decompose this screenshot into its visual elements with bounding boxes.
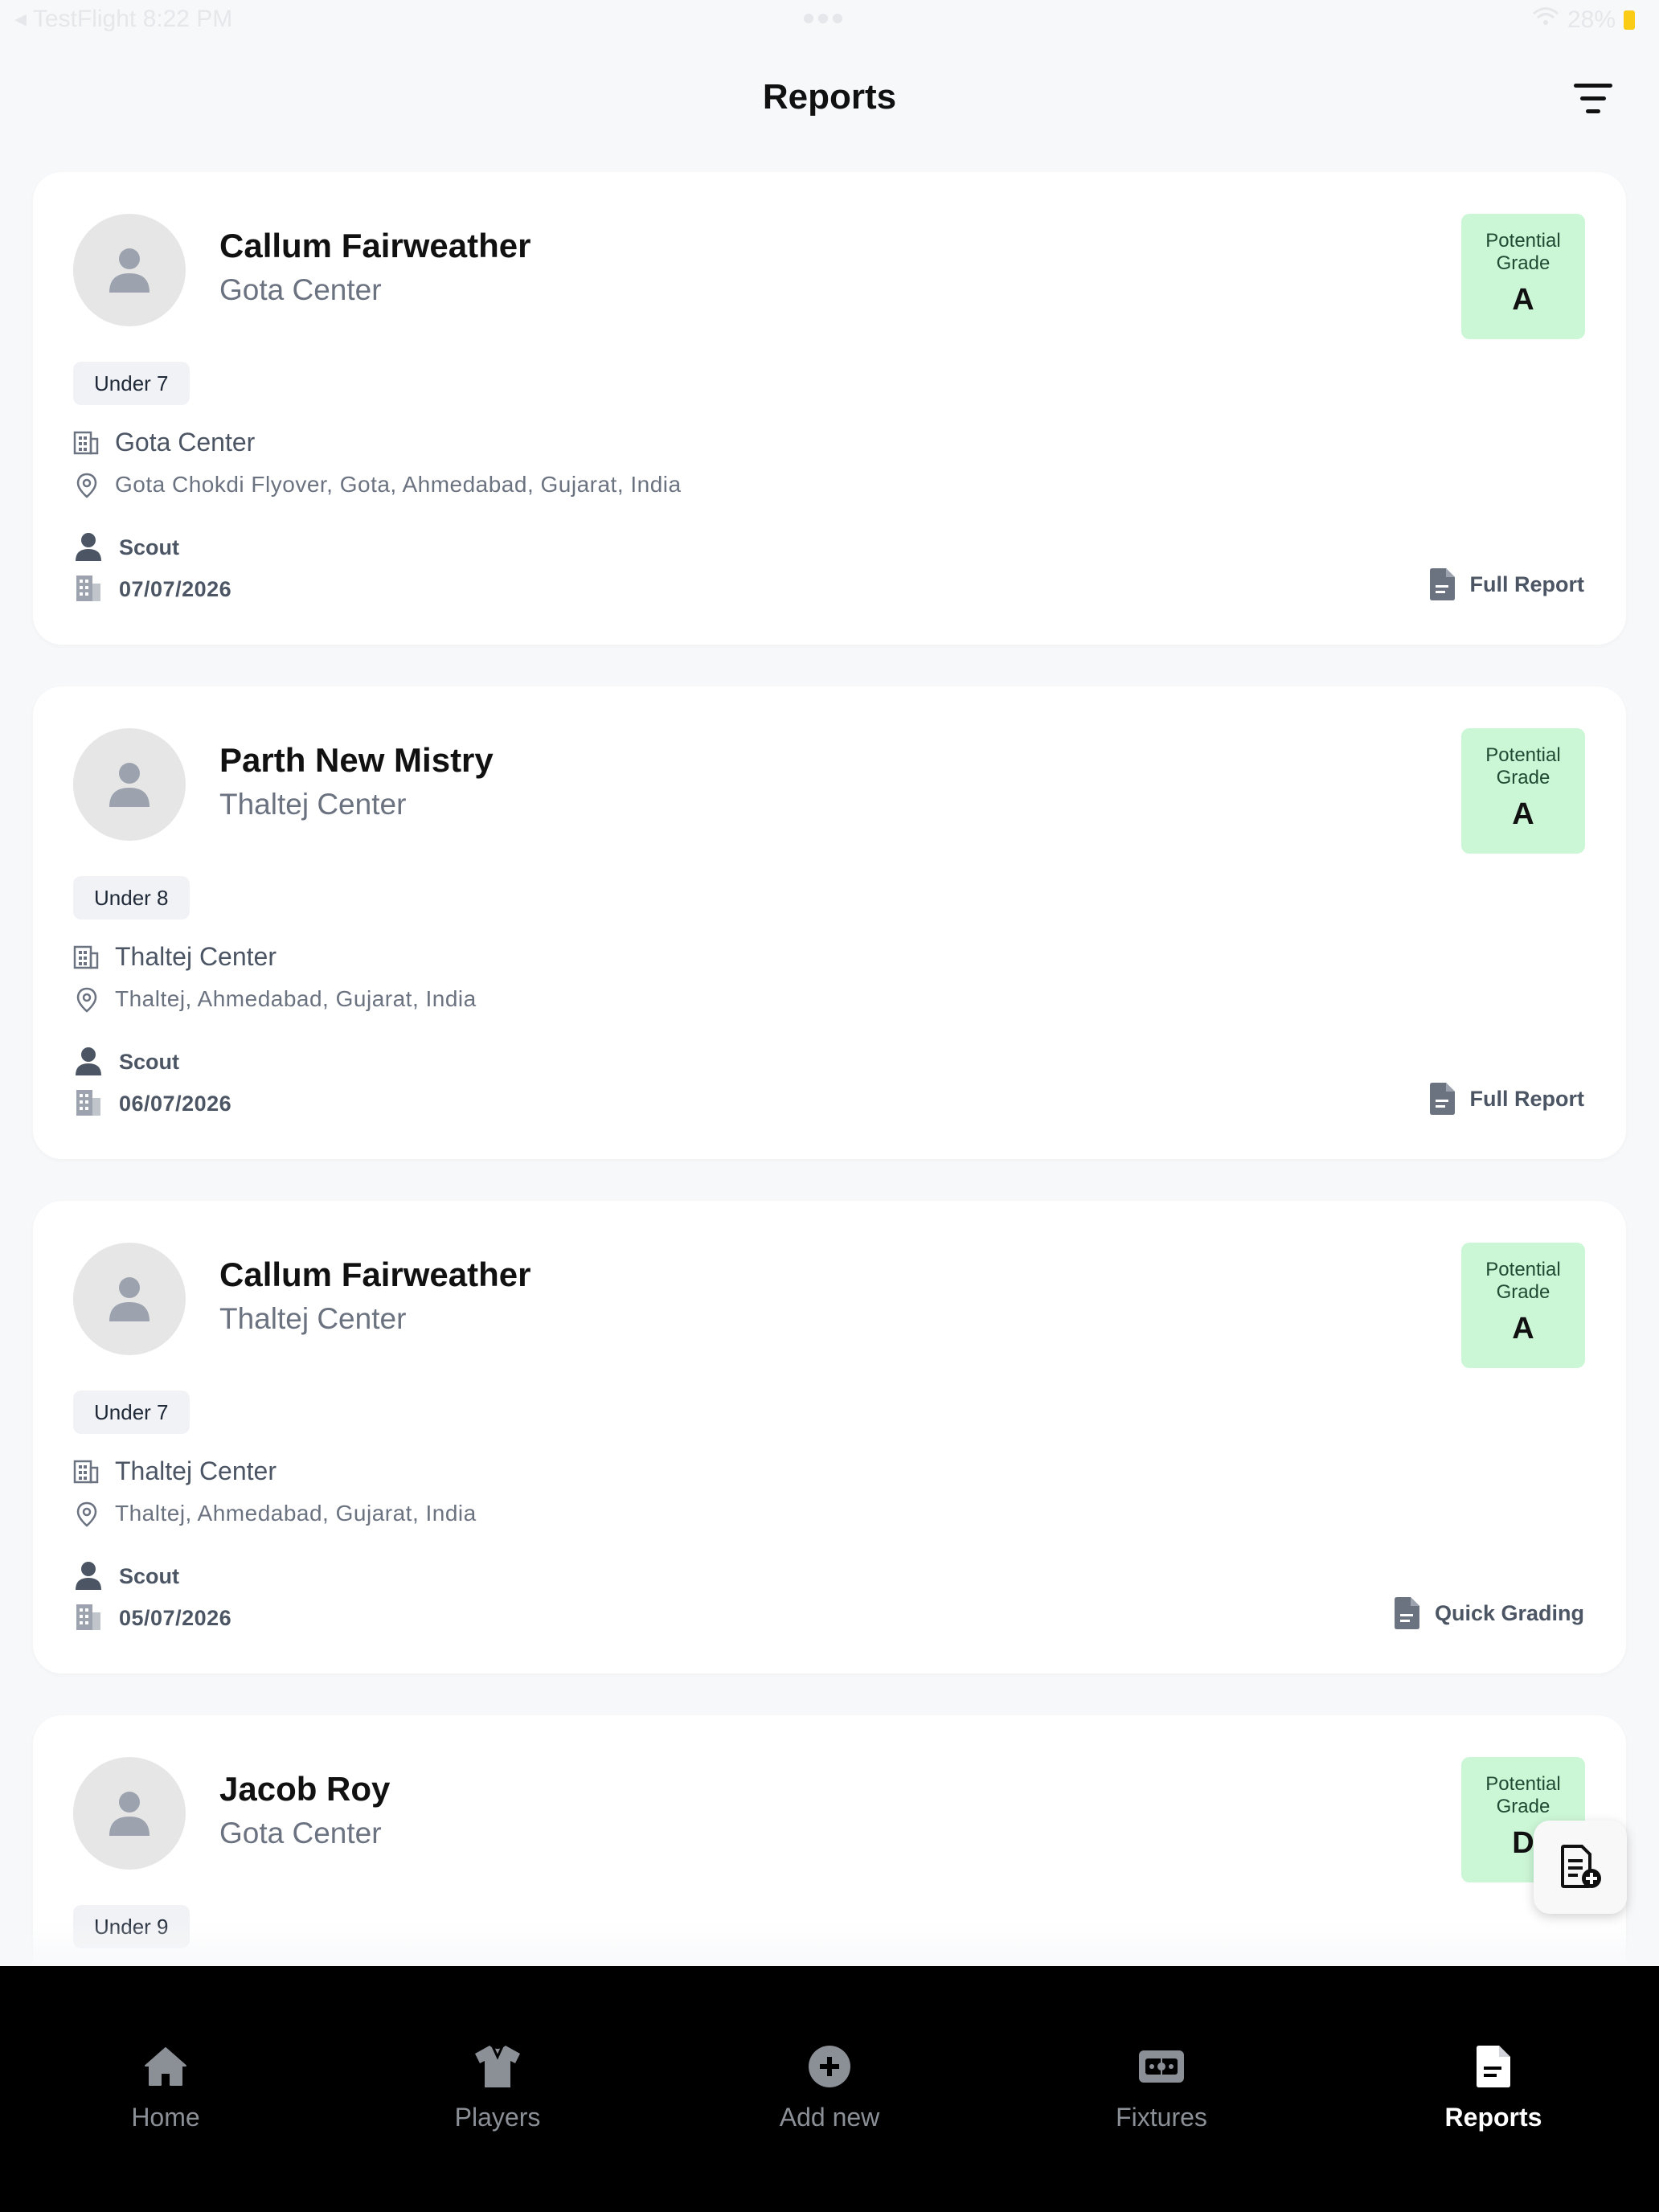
- plus-circle-icon: [809, 2046, 850, 2087]
- grade-value: A: [1512, 1312, 1534, 1346]
- person-placeholder-icon: [109, 1277, 150, 1321]
- tab-reports[interactable]: Reports: [1373, 2038, 1614, 2132]
- report-type-link[interactable]: Full Report: [1428, 566, 1585, 603]
- location-pin-icon: [76, 473, 97, 498]
- document-icon: [1394, 1597, 1419, 1629]
- document-icon: [1429, 568, 1455, 600]
- grade-label: Potential Grade: [1485, 230, 1561, 274]
- document-icon: [1429, 1083, 1455, 1115]
- building-date-icon: [76, 1090, 100, 1116]
- location-pin-icon: [76, 987, 97, 1013]
- grade-value: A: [1512, 283, 1534, 317]
- person-icon: [76, 1562, 101, 1590]
- report-date: 07/07/2026: [119, 577, 232, 601]
- stadium-icon: [1139, 2050, 1184, 2083]
- person-placeholder-icon: [109, 248, 150, 293]
- tab-players[interactable]: Players: [377, 2038, 618, 2132]
- add-document-icon: [1561, 1845, 1601, 1888]
- venue-name: Thaltej Center: [115, 942, 276, 971]
- report-type-label: Full Report: [1469, 571, 1585, 596]
- reports-list[interactable]: Callum Fairweather Gota Center Potential…: [0, 0, 1659, 1966]
- building-icon: [73, 945, 99, 969]
- tab-fixtures[interactable]: Fixtures: [1041, 2038, 1282, 2132]
- player-name: Callum Fairweather: [219, 1256, 531, 1293]
- tab-label: Reports: [1444, 2103, 1542, 2132]
- building-date-icon: [76, 1604, 100, 1630]
- person-placeholder-icon: [109, 1792, 150, 1836]
- venue-address: Thaltej, Ahmedabad, Gujarat, India: [115, 1501, 477, 1526]
- potential-grade-badge: Potential Grade A: [1461, 1243, 1585, 1368]
- building-icon: [73, 431, 99, 455]
- player-center: Thaltej Center: [219, 788, 407, 821]
- person-placeholder-icon: [109, 763, 150, 807]
- person-icon: [76, 533, 101, 561]
- grade-value: A: [1512, 797, 1534, 831]
- reporter-role: Scout: [119, 1050, 180, 1074]
- report-card[interactable]: Parth New Mistry Thaltej Center Potentia…: [33, 686, 1626, 1159]
- list-fade: [0, 1921, 1659, 1966]
- venue-name: Gota Center: [115, 428, 256, 457]
- venue-address: Gota Chokdi Flyover, Gota, Ahmedabad, Gu…: [115, 472, 682, 497]
- person-icon: [76, 1047, 101, 1075]
- report-type-link[interactable]: Quick Grading: [1393, 1595, 1584, 1632]
- avatar: [73, 1243, 186, 1355]
- player-center: Thaltej Center: [219, 1302, 407, 1335]
- reporter-role: Scout: [119, 1564, 180, 1588]
- grade-label: Potential Grade: [1485, 1773, 1561, 1817]
- age-group-badge: Under 7: [73, 362, 190, 405]
- report-type-label: Quick Grading: [1434, 1600, 1584, 1625]
- bottom-tab-bar: Home Players Add new Fixtures Reports: [0, 1966, 1659, 2212]
- building-icon: [73, 1460, 99, 1484]
- age-group-badge: Under 8: [73, 876, 190, 920]
- grade-label: Potential Grade: [1485, 1259, 1561, 1303]
- player-name: Parth New Mistry: [219, 741, 494, 779]
- report-date: 05/07/2026: [119, 1606, 232, 1630]
- building-date-icon: [76, 576, 100, 601]
- player-center: Gota Center: [219, 1817, 382, 1849]
- tab-add-new[interactable]: Add new: [709, 2038, 950, 2132]
- venue-name: Thaltej Center: [115, 1456, 276, 1485]
- tab-label: Add new: [779, 2103, 880, 2132]
- location-pin-icon: [76, 1501, 97, 1527]
- report-card[interactable]: Callum Fairweather Gota Center Potential…: [33, 172, 1626, 645]
- potential-grade-badge: Potential Grade A: [1461, 728, 1585, 854]
- shirt-icon: [475, 2046, 520, 2087]
- player-name: Callum Fairweather: [219, 227, 531, 264]
- tab-label: Players: [454, 2103, 541, 2132]
- player-center: Gota Center: [219, 273, 382, 306]
- age-group-badge: Under 7: [73, 1391, 190, 1434]
- venue-address: Thaltej, Ahmedabad, Gujarat, India: [115, 986, 477, 1011]
- report-type-link[interactable]: Full Report: [1428, 1080, 1585, 1117]
- home-icon: [145, 2047, 186, 2086]
- add-report-button[interactable]: [1534, 1821, 1627, 1914]
- report-card[interactable]: Callum Fairweather Thaltej Center Potent…: [33, 1201, 1626, 1673]
- tab-home[interactable]: Home: [45, 2038, 286, 2132]
- grade-label: Potential Grade: [1485, 744, 1561, 789]
- tab-label: Fixtures: [1116, 2103, 1207, 2132]
- player-name: Jacob Roy: [219, 1770, 391, 1808]
- avatar: [73, 1757, 186, 1870]
- avatar: [73, 728, 186, 841]
- report-icon: [1477, 2046, 1510, 2087]
- report-type-label: Full Report: [1469, 1086, 1585, 1111]
- tab-label: Home: [131, 2103, 200, 2132]
- avatar: [73, 214, 186, 326]
- potential-grade-badge: Potential Grade A: [1461, 214, 1585, 339]
- report-date: 06/07/2026: [119, 1092, 232, 1116]
- reporter-role: Scout: [119, 535, 180, 559]
